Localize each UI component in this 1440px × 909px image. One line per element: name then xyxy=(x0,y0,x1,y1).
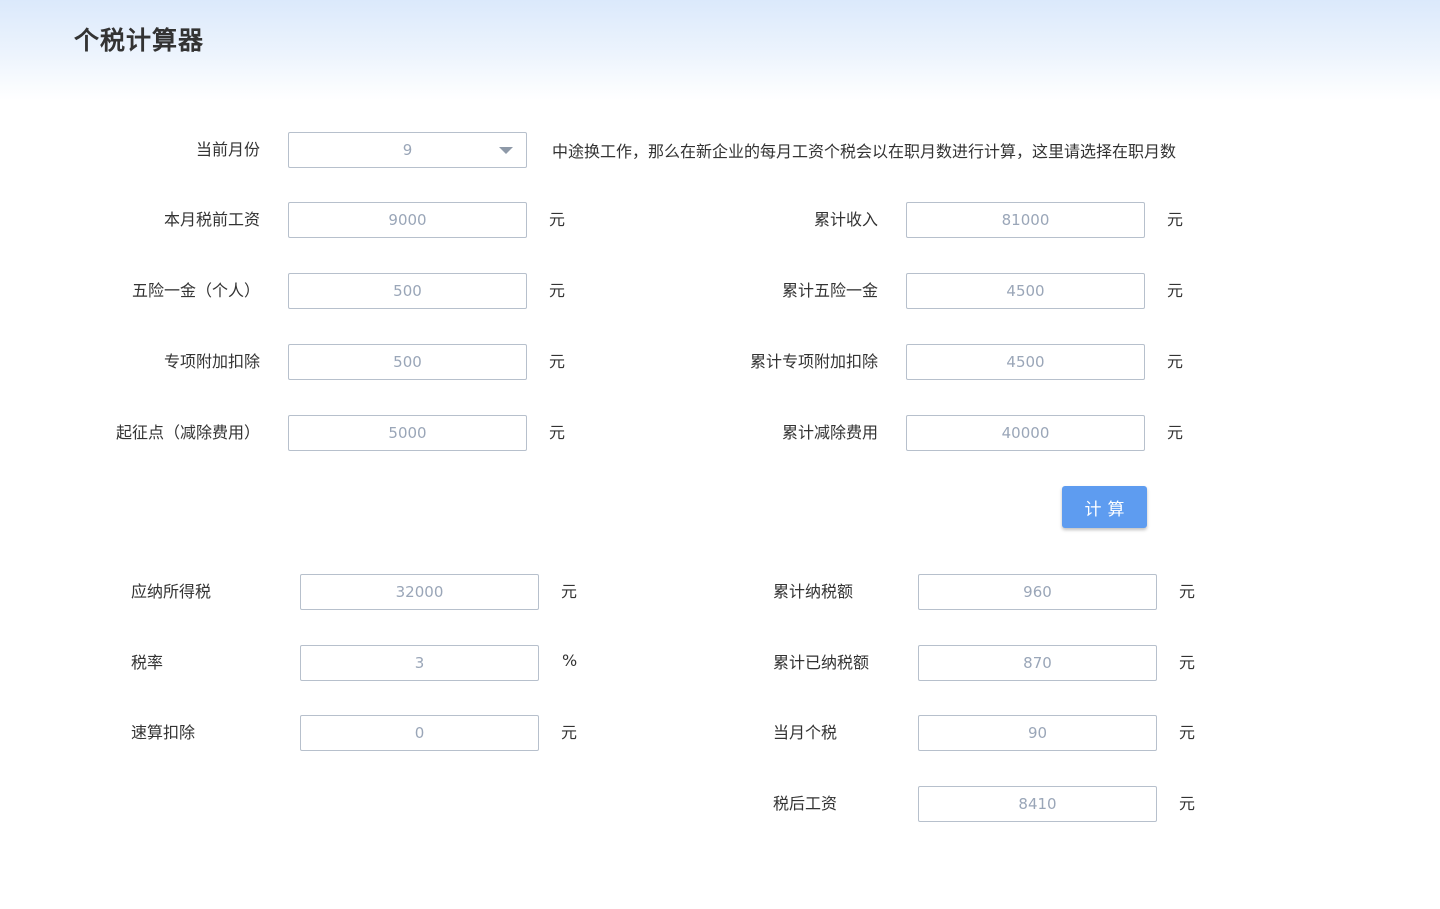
insurance-input[interactable] xyxy=(288,273,527,309)
monthly-tax-unit: 元 xyxy=(1179,723,1196,742)
special-deduction-input[interactable] xyxy=(288,344,527,380)
cumulative-tax-label: 累计纳税额 xyxy=(773,582,854,601)
header-banner: 个税计算器 xyxy=(0,0,1440,100)
calculate-button[interactable]: 计算 xyxy=(1062,486,1147,528)
tax-rate-label: 税率 xyxy=(131,653,164,672)
cumulative-tax-output[interactable] xyxy=(918,574,1157,610)
cumulative-deduction-unit: 元 xyxy=(1167,423,1184,442)
paid-tax-output[interactable] xyxy=(918,645,1157,681)
cumulative-income-label: 累计收入 xyxy=(813,210,878,229)
insurance-unit: 元 xyxy=(549,281,566,300)
gross-salary-unit: 元 xyxy=(549,210,566,229)
monthly-tax-label: 当月个税 xyxy=(773,723,838,742)
cumulative-income-unit: 元 xyxy=(1167,210,1184,229)
threshold-input[interactable] xyxy=(288,415,527,451)
net-salary-output[interactable] xyxy=(918,786,1157,822)
gross-salary-input[interactable] xyxy=(288,202,527,238)
page-title: 个税计算器 xyxy=(74,26,205,55)
month-note: 中途换工作，那么在新企业的每月工资个税会以在职月数进行计算，这里请选择在职月数 xyxy=(552,142,1177,161)
threshold-unit: 元 xyxy=(549,423,566,442)
cumulative-income-input[interactable] xyxy=(906,202,1145,238)
cumulative-special-deduction-label: 累计专项附加扣除 xyxy=(749,352,878,371)
paid-tax-unit: 元 xyxy=(1179,653,1196,672)
taxable-income-output[interactable] xyxy=(300,574,539,610)
gross-salary-label: 本月税前工资 xyxy=(163,210,260,229)
special-deduction-unit: 元 xyxy=(549,352,566,371)
cumulative-insurance-input[interactable] xyxy=(906,273,1145,309)
threshold-label: 起征点（减除费用） xyxy=(115,423,260,442)
monthly-tax-output[interactable] xyxy=(918,715,1157,751)
tax-rate-output[interactable] xyxy=(300,645,539,681)
cumulative-deduction-label: 累计减除费用 xyxy=(781,423,878,442)
month-label: 当前月份 xyxy=(195,140,260,159)
paid-tax-label: 累计已纳税额 xyxy=(773,653,870,672)
chevron-down-icon xyxy=(499,147,513,154)
cumulative-tax-unit: 元 xyxy=(1179,582,1196,601)
quick-deduction-output[interactable] xyxy=(300,715,539,751)
insurance-label: 五险一金（个人） xyxy=(131,281,260,300)
taxable-income-unit: 元 xyxy=(561,582,578,601)
tax-rate-unit: % xyxy=(562,651,578,670)
taxable-income-label: 应纳所得税 xyxy=(131,582,212,601)
special-deduction-label: 专项附加扣除 xyxy=(163,352,260,371)
cumulative-special-deduction-unit: 元 xyxy=(1167,352,1184,371)
quick-deduction-label: 速算扣除 xyxy=(131,723,196,742)
cumulative-insurance-label: 累计五险一金 xyxy=(781,281,878,300)
cumulative-insurance-unit: 元 xyxy=(1167,281,1184,300)
cumulative-special-deduction-input[interactable] xyxy=(906,344,1145,380)
net-salary-unit: 元 xyxy=(1179,794,1196,813)
cumulative-deduction-input[interactable] xyxy=(906,415,1145,451)
quick-deduction-unit: 元 xyxy=(561,723,578,742)
month-select[interactable]: 9 xyxy=(288,132,527,168)
month-select-value: 9 xyxy=(402,141,413,159)
net-salary-label: 税后工资 xyxy=(773,794,838,813)
